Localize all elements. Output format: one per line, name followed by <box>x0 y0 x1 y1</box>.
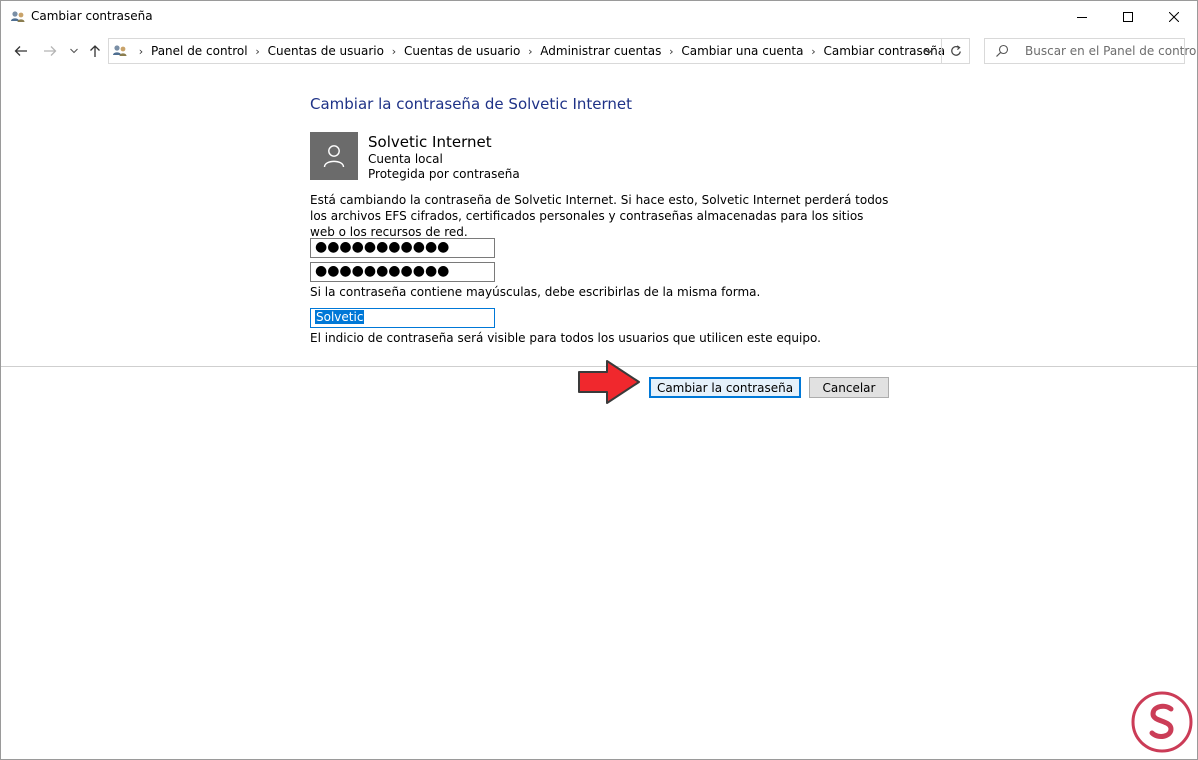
password-hint-field[interactable]: Solvetic <box>310 308 495 328</box>
solvetic-logo-icon <box>1131 691 1193 753</box>
minimize-icon <box>1077 16 1087 18</box>
warning-text: Está cambiando la contraseña de Solvetic… <box>310 193 889 239</box>
hint-visibility-note: El indicio de contraseña será visible pa… <box>310 331 821 345</box>
recent-locations-button[interactable] <box>66 40 82 62</box>
annotation-arrow-icon <box>578 360 640 404</box>
close-icon <box>1169 11 1179 22</box>
minimize-button[interactable] <box>1059 1 1105 32</box>
maximize-icon <box>1123 11 1133 22</box>
address-history-button[interactable] <box>917 39 941 63</box>
account-type: Cuenta local <box>368 152 443 166</box>
chevron-right-icon[interactable]: › <box>384 45 404 58</box>
breadcrumb-item[interactable]: Administrar cuentas <box>540 44 661 58</box>
users-icon <box>11 11 25 22</box>
maximize-button[interactable] <box>1105 1 1151 32</box>
chevron-right-icon[interactable]: › <box>661 45 681 58</box>
refresh-icon <box>951 45 961 56</box>
search-placeholder[interactable]: Buscar en el Panel de control <box>1025 44 1197 58</box>
chevron-right-icon[interactable]: › <box>520 45 540 58</box>
chevron-right-icon[interactable]: › <box>248 45 268 58</box>
address-bar[interactable]: › Panel de control › Cuentas de usuario … <box>108 38 970 64</box>
avatar <box>310 132 358 180</box>
breadcrumb-item[interactable]: Panel de control <box>151 44 248 58</box>
breadcrumb-item[interactable]: Cuentas de usuario <box>268 44 384 58</box>
back-button[interactable] <box>10 40 32 62</box>
change-password-window: Cambiar contraseña › Panel de control › … <box>0 0 1198 760</box>
change-password-button[interactable]: Cambiar la contraseña <box>649 377 801 398</box>
user-icon <box>323 145 345 168</box>
close-button[interactable] <box>1151 1 1197 32</box>
arrow-right-icon <box>44 46 57 56</box>
arrow-left-icon <box>14 46 27 56</box>
breadcrumb: › Panel de control › Cuentas de usuario … <box>131 39 945 63</box>
password-hint-value: Solvetic <box>315 310 365 324</box>
cancel-button[interactable]: Cancelar <box>809 377 889 398</box>
refresh-button[interactable] <box>941 39 970 63</box>
breadcrumb-item[interactable]: Cambiar una cuenta <box>681 44 803 58</box>
search-box[interactable]: Buscar en el Panel de control <box>984 38 1197 64</box>
control-panel-icon <box>113 45 127 56</box>
new-password-field[interactable]: ●●●●●●●●●●● <box>310 238 495 258</box>
case-sensitivity-note: Si la contraseña contiene mayúsculas, de… <box>310 285 761 299</box>
window-title: Cambiar contraseña <box>31 9 153 23</box>
page-title: Cambiar la contraseña de Solvetic Intern… <box>310 95 633 113</box>
chevron-down-icon <box>924 48 934 54</box>
chevron-right-icon[interactable]: › <box>803 45 823 58</box>
account-status: Protegida por contraseña <box>368 167 520 181</box>
search-icon <box>996 44 1009 57</box>
forward-button[interactable] <box>39 40 61 62</box>
chevron-down-icon <box>70 48 78 54</box>
breadcrumb-item[interactable]: Cuentas de usuario <box>404 44 520 58</box>
confirm-password-field[interactable]: ●●●●●●●●●●● <box>310 262 495 282</box>
title-bar: Cambiar contraseña <box>1 1 1197 32</box>
up-button[interactable] <box>85 40 105 62</box>
account-name: Solvetic Internet <box>368 133 492 151</box>
navigation-bar: › Panel de control › Cuentas de usuario … <box>1 32 1197 72</box>
chevron-right-icon: › <box>138 44 144 58</box>
arrow-up-icon <box>90 45 100 57</box>
